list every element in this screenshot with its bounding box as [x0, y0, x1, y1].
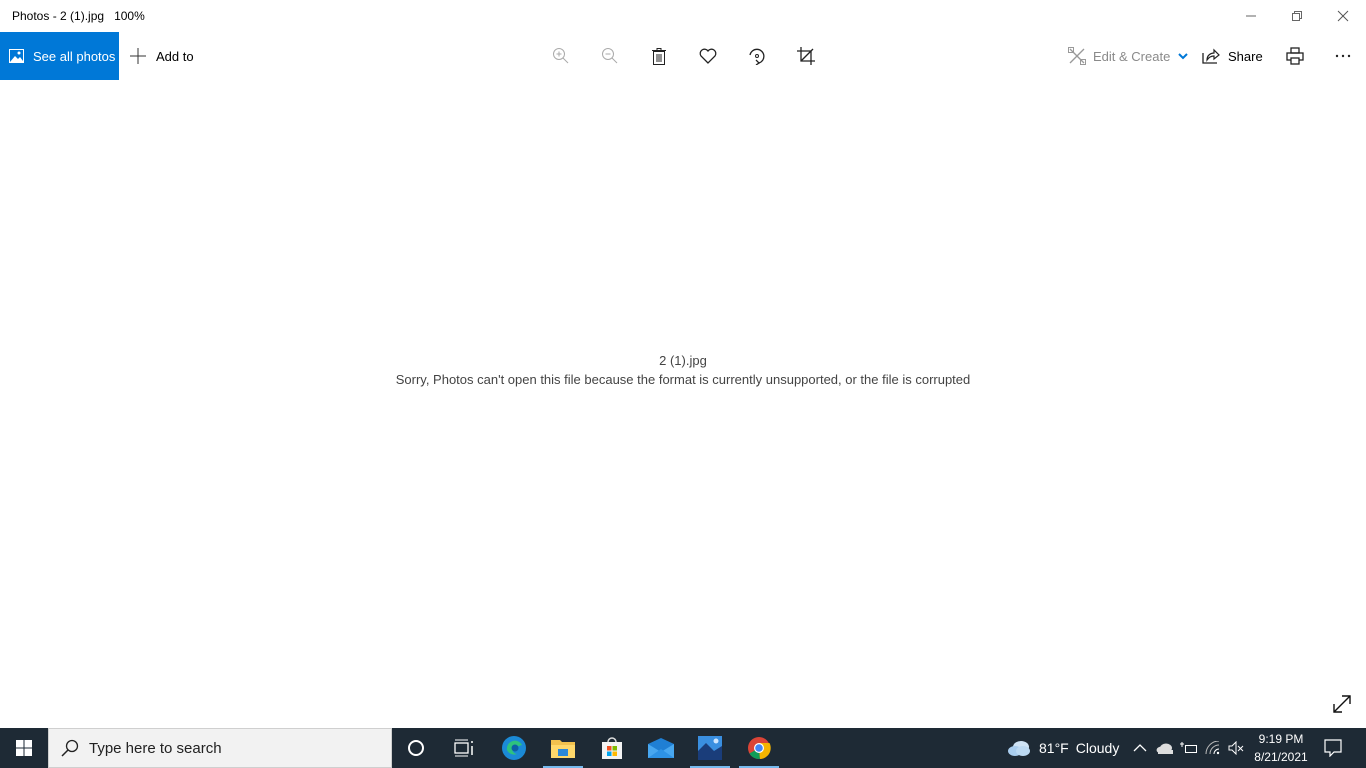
close-icon	[1337, 10, 1349, 22]
windows-icon	[16, 740, 32, 756]
add-to-label: Add to	[156, 48, 194, 64]
more-icon	[1335, 54, 1351, 58]
cortana-icon	[408, 740, 424, 756]
delete-button[interactable]	[639, 32, 679, 80]
window-title: Photos - 2 (1).jpg 100%	[12, 9, 145, 23]
toolbar: See all photos Add to Edit & Create Shar…	[0, 32, 1366, 80]
taskbar-chrome[interactable]	[735, 728, 783, 768]
title-bar: Photos - 2 (1).jpg 100%	[0, 0, 1366, 32]
notifications-icon	[1324, 739, 1342, 757]
taskbar-file-explorer[interactable]	[539, 728, 587, 768]
chevron-down-icon	[1178, 53, 1189, 60]
share-icon	[1202, 48, 1220, 64]
chevron-up-icon	[1133, 744, 1147, 752]
see-all-photos-label: See all photos	[33, 48, 116, 64]
cortana-button[interactable]	[392, 728, 440, 768]
taskbar-search[interactable]	[48, 728, 392, 768]
delete-icon	[652, 47, 666, 65]
file-explorer-icon	[551, 740, 575, 758]
print-icon	[1286, 47, 1304, 65]
store-icon	[602, 737, 622, 759]
taskbar-mail[interactable]	[637, 728, 685, 768]
minimize-button[interactable]	[1228, 0, 1274, 32]
mail-icon	[648, 738, 674, 758]
window-title-text: Photos - 2 (1).jpg	[12, 9, 105, 23]
wifi-icon	[1205, 741, 1220, 755]
edge-icon	[502, 736, 526, 760]
battery-button[interactable]	[1180, 728, 1198, 768]
restore-button[interactable]	[1274, 0, 1320, 32]
edit-create-icon	[1068, 47, 1086, 65]
search-input[interactable]	[89, 739, 369, 757]
taskbar-microsoft-store[interactable]	[588, 728, 636, 768]
see-all-photos-button[interactable]: See all photos	[0, 32, 119, 80]
onedrive-button[interactable]	[1156, 728, 1174, 768]
network-button[interactable]	[1205, 728, 1221, 768]
show-hidden-icons-button[interactable]	[1133, 728, 1147, 768]
file-name: 2 (1).jpg	[659, 353, 707, 368]
share-button[interactable]: Share	[1202, 32, 1263, 80]
chrome-icon	[748, 737, 771, 760]
weather-temp: 81°F	[1039, 740, 1069, 756]
rotate-icon	[749, 48, 765, 65]
zoom-out-button[interactable]	[590, 32, 630, 80]
weather-condition: Cloudy	[1075, 740, 1120, 756]
rotate-button[interactable]	[737, 32, 777, 80]
zoom-in-icon	[553, 48, 569, 64]
add-to-button[interactable]: Add to	[130, 32, 194, 80]
taskbar-photos[interactable]	[686, 728, 734, 768]
print-button[interactable]	[1275, 32, 1315, 80]
weather-widget[interactable]: 81°F Cloudy	[1007, 728, 1119, 768]
favorite-button[interactable]	[688, 32, 728, 80]
photos-icon	[9, 49, 24, 63]
crop-button[interactable]	[786, 32, 826, 80]
cloud-icon	[1008, 741, 1030, 756]
clock-time: 9:19 PM	[1258, 732, 1304, 746]
clock[interactable]: 9:19 PM 8/21/2021	[1250, 730, 1312, 766]
plus-icon	[130, 48, 146, 64]
battery-icon	[1180, 742, 1197, 753]
edit-create-button[interactable]: Edit & Create	[1068, 32, 1195, 80]
task-view-button[interactable]	[440, 728, 488, 768]
onedrive-icon	[1156, 743, 1173, 754]
task-view-icon	[454, 739, 473, 757]
restore-icon	[1292, 11, 1302, 21]
full-screen-button[interactable]	[1330, 692, 1354, 716]
zoom-in-button[interactable]	[541, 32, 581, 80]
share-label: Share	[1228, 48, 1263, 64]
action-center-button[interactable]	[1324, 728, 1342, 768]
expand-icon	[1333, 695, 1351, 713]
close-button[interactable]	[1320, 0, 1366, 32]
favorite-icon	[699, 48, 717, 64]
edit-create-label: Edit & Create	[1093, 48, 1171, 64]
clock-date: 8/21/2021	[1254, 750, 1308, 764]
start-button[interactable]	[0, 728, 48, 768]
error-panel: 2 (1).jpg Sorry, Photos can't open this …	[0, 352, 1366, 390]
taskbar-edge[interactable]	[490, 728, 538, 768]
taskbar: 81°F Cloudy 9:19 PM 8/21/2021	[0, 728, 1366, 768]
error-message: Sorry, Photos can't open this file becau…	[395, 372, 971, 387]
volume-button[interactable]	[1228, 728, 1244, 768]
zoom-out-icon	[602, 48, 618, 64]
search-icon	[61, 739, 79, 757]
crop-icon	[797, 47, 815, 65]
minimize-icon	[1246, 15, 1256, 17]
zoom-level: 100%	[114, 9, 145, 23]
volume-muted-icon	[1228, 741, 1244, 755]
photos-app-icon	[698, 736, 722, 760]
more-button[interactable]	[1323, 32, 1363, 80]
